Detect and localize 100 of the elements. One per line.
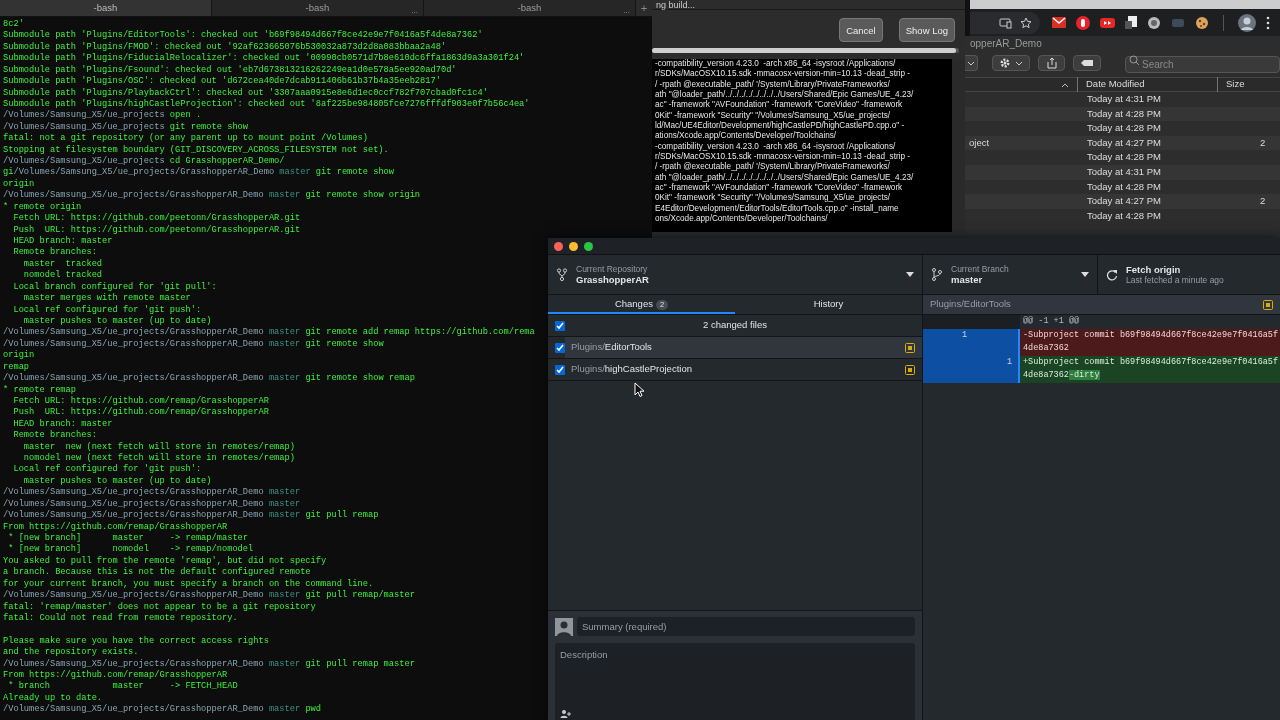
log-line: / -rpath @executable_path/ '/System/Library/PrivateFrameworks/	[655, 162, 891, 173]
terminal-line: /Volumes/Samsung_X5/ue_projects/GrasshopperAR_Demo master git pull remap	[3, 510, 379, 522]
terminal-line: gi/Volumes/Samsung_X5/ue_projects/GrasshopperAR_Demo master git remote show	[3, 167, 395, 179]
log-line: ac" -framework "AVFoundation" -framework "CoreVideo" -framework	[655, 183, 904, 193]
terminal-line: * [new branch] master -> remap/master	[7, 533, 249, 544]
summary-field[interactable]: Summary (required)	[577, 617, 915, 636]
file-path: Plugins/highCastleProjection	[571, 362, 693, 377]
log-line: r/SDKs/MacOSX10.15.sdk -mmacosx-version-min=10.13 -dead_strip -	[655, 152, 912, 162]
file-list-item[interactable]: Plugins/EditorTools	[565, 337, 922, 358]
modified-icon	[905, 342, 915, 353]
envelope-icon[interactable]	[1052, 16, 1066, 29]
terminal-line: Push URL: https://github.com/peetonn/GrasshopperAR.git	[12, 224, 301, 236]
terminal-line: Fetch URL: https://github.com/peetonn/GrasshopperAR.git	[12, 213, 301, 225]
terminal-line: You asked to pull from the remote 'remap', but did not specify	[3, 555, 327, 567]
log-line: ath "@loader_path/../../../../../../../../Users/Shared/Epic Games/UE_4.23/	[655, 172, 915, 183]
search-field[interactable]: Search	[1125, 56, 1280, 73]
description-field[interactable]: Description	[555, 643, 915, 720]
column-header[interactable]: Size	[1217, 77, 1245, 92]
fetch-button[interactable]: Fetch origin Last fetched a minute ago	[1098, 255, 1280, 294]
circle-icon[interactable]	[1147, 15, 1161, 30]
avatar-icon[interactable]	[1238, 13, 1256, 32]
terminal-line: master pushes to master (up to date)	[22, 315, 212, 327]
terminal-tab[interactable]: -bash	[0, 0, 212, 16]
branch-selector[interactable]: Current Branch master	[923, 255, 1098, 294]
terminal-line: Remote branches:	[12, 430, 97, 442]
line-gutter: 1	[923, 328, 973, 356]
size-text: 2	[1260, 135, 1266, 150]
terminal-line: /Volumes/Samsung_X5/ue_projects cd GrasshopperAR_Demo/	[3, 156, 285, 167]
terminal-tab[interactable]: -bash ...	[424, 0, 636, 16]
terminal-line: Local ref configured for 'git push':	[12, 464, 202, 476]
add-person-icon[interactable]	[560, 709, 571, 719]
terminal-line: Submodule path 'Plugins/EditorTools': checked out 'b69f98494d667f8ce42e9e7f0416a5f4de8a7362'	[3, 30, 483, 42]
branch-icon	[931, 268, 943, 281]
terminal-line: fatal: Could not read from remote repository.	[3, 612, 238, 625]
date-text: Today at 4:31 PM	[1087, 164, 1162, 179]
sort-icon[interactable]	[1061, 81, 1069, 88]
file-name[interactable]: oject	[965, 135, 1087, 151]
terminal-line: master pushes to master (up to date)	[22, 475, 212, 487]
log-line: ations/Xcode.app/Contents/Developer/Toolchains/	[655, 131, 838, 142]
cookie-icon[interactable]	[1195, 15, 1209, 30]
terminal-line: Please make sure you have the correct access rights	[3, 635, 269, 647]
select-all-checkbox[interactable]	[555, 320, 565, 331]
date-text: Today at 4:28 PM	[1087, 106, 1162, 121]
terminal-line: fatal: not a git repository (or any parent up to mount point /Volumes)	[3, 133, 368, 145]
cast-icon[interactable]	[999, 16, 1012, 29]
terminal-line: /Volumes/Samsung_X5/ue_projects/GrasshopperAR_Demo master git remote show	[3, 338, 384, 350]
file-list-item[interactable]: Plugins/highCastleProjection	[565, 359, 922, 380]
terminal-line: /Volumes/Samsung_X5/ue_projects git remote show	[3, 121, 249, 133]
terminal-line: Submodule path 'Plugins/OSC': checked out 'd672cea40de7dcab911406b61b37b4a35eeb2817'	[3, 76, 441, 88]
hunk-header: @@ -1 +1 @@	[1020, 315, 1280, 329]
date-text: Today at 4:28 PM	[1087, 150, 1162, 165]
terminal-line: * branch master -> FETCH_HEAD	[7, 681, 238, 693]
terminal-line: nomodel new (next fetch will store in remotes/remap)	[22, 453, 295, 464]
size-text: 2	[1260, 194, 1266, 209]
address-bar[interactable]	[970, 11, 1040, 34]
log-line: 0Kit" -framework "Security" "/Volumes/Samsung_X5/ue_projects/	[655, 110, 892, 121]
log-line: -compatibility_version 4.23.0 -arch x86_64 -isysroot /Applications/	[655, 141, 897, 152]
terminal-line: /Volumes/Samsung_X5/ue_projects/GrasshopperAR_Demo master	[3, 498, 301, 510]
date-text: Today at 4:28 PM	[1087, 179, 1162, 194]
tag-icon	[1080, 59, 1094, 67]
line-gutter: 1	[973, 355, 1018, 383]
show-log-button[interactable]: Show Log	[898, 18, 955, 42]
terminal-line: * remote origin	[3, 201, 82, 213]
sync-icon	[1106, 268, 1118, 281]
repository-selector[interactable]: Current Repository GrasshopperAR	[548, 255, 923, 294]
fork-icon	[556, 268, 568, 281]
log-line: ons/Xcode.app/Contents/Developer/Toolchains/	[655, 214, 829, 225]
close-button[interactable]	[554, 241, 563, 251]
terminal-line: a branch. Because this is not the default configured remote	[3, 567, 311, 579]
terminal-line: origin	[3, 178, 35, 190]
file-checkbox[interactable]	[555, 364, 565, 375]
terminal-line: Already up to date.	[3, 692, 103, 704]
file-checkbox[interactable]	[555, 342, 565, 353]
menu-icon[interactable]	[1266, 15, 1270, 30]
chevron-down-icon	[1015, 60, 1023, 66]
date-text: Today at 4:28 PM	[1087, 121, 1162, 136]
terminal-line: for your current branch, you must specify a branch on the command line.	[3, 578, 374, 590]
minimize-button[interactable]	[569, 241, 578, 251]
share-button[interactable]	[1038, 55, 1065, 71]
chevron-down-icon	[967, 60, 975, 66]
log-line: ac" -framework "AVFoundation" -framework "CoreVideo" -framework	[655, 100, 904, 111]
terminal-line: fatal: 'remap/master' does not appear to be a git repository	[3, 601, 316, 613]
terminal-line: Push URL: https://github.com/remap/GrasshopperAR	[12, 407, 269, 419]
tag-button[interactable]	[1073, 55, 1101, 71]
log-line: -compatibility_version 4.23.0 -arch x86_64 -isysroot /Applications/	[655, 59, 897, 69]
date-text: Today at 4:27 PM	[1087, 135, 1162, 150]
star-icon[interactable]	[1020, 16, 1032, 29]
zoom-button[interactable]	[584, 241, 593, 251]
terminal-line: master new (next fetch will store in remotes/remap)	[22, 441, 295, 453]
action-button[interactable]	[992, 55, 1030, 71]
forward-icon[interactable]	[1100, 15, 1115, 30]
cancel-button[interactable]: Cancel	[839, 18, 883, 42]
view-button[interactable]	[965, 55, 978, 71]
modified-icon	[1263, 299, 1273, 310]
document-icon[interactable]	[1125, 16, 1137, 29]
caret-icon	[906, 272, 914, 277]
terminal-line: Local branch configured for 'git pull':	[12, 281, 217, 293]
terminal-line: nomodel tracked	[22, 270, 103, 282]
column-header[interactable]: Date Modified	[1077, 77, 1217, 92]
terminal-tab[interactable]: -bash ...	[212, 0, 424, 16]
